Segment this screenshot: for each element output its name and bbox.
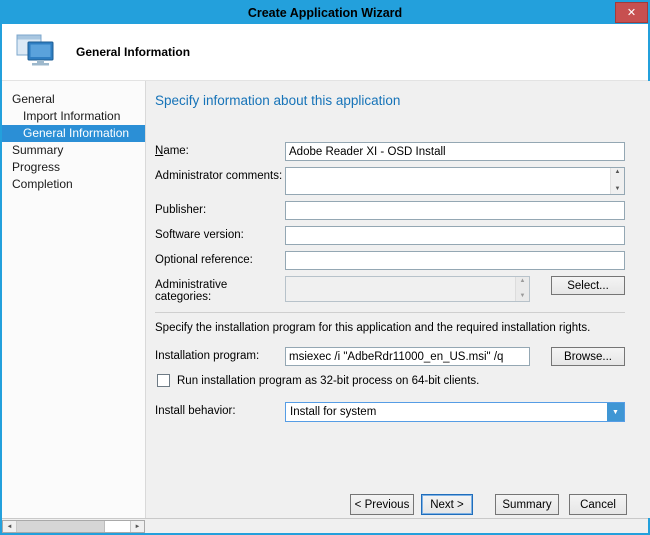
name-row: Name:: [155, 142, 625, 161]
administrator-comments-input[interactable]: ▲ ▼: [285, 167, 625, 195]
admin-comments-label: Administrator comments:: [155, 167, 285, 182]
summary-button[interactable]: Summary: [495, 494, 559, 515]
sidebar-item-completion[interactable]: Completion: [2, 176, 145, 193]
install-behavior-label: Install behavior:: [155, 402, 285, 417]
install-section-description: Specify the installation program for thi…: [155, 322, 625, 334]
wizard-header: General Information: [2, 24, 648, 81]
run-32bit-checkbox[interactable]: [157, 374, 170, 387]
close-button[interactable]: ✕: [615, 2, 648, 23]
software-version-label: Software version:: [155, 226, 285, 241]
next-button[interactable]: Next >: [421, 494, 473, 515]
select-categories-button[interactable]: Select...: [551, 276, 625, 295]
horizontal-scrollbar[interactable]: ◄ ►: [2, 520, 145, 533]
scroll-down-icon[interactable]: ▼: [615, 185, 621, 194]
status-bar: ◄ ►: [2, 518, 648, 533]
installation-program-row: Installation program: Browse...: [155, 347, 625, 366]
wizard-content: Specify information about this applicati…: [146, 81, 650, 518]
publisher-row: Publisher:: [155, 201, 625, 220]
chevron-down-icon: ▼: [607, 403, 624, 421]
administrative-categories-input: ▲ ▼: [285, 276, 530, 302]
sidebar-item-general[interactable]: General: [2, 91, 145, 108]
name-label: Name:: [155, 142, 285, 157]
sidebar-item-general-information[interactable]: General Information: [2, 125, 145, 142]
wizard-body: General Import Information General Infor…: [2, 81, 648, 518]
install-behavior-select[interactable]: Install for system ▼: [285, 402, 625, 422]
vertical-scrollbar[interactable]: ▲ ▼: [610, 168, 624, 194]
install-behavior-row: Install behavior: Install for system ▼: [155, 402, 625, 422]
name-input[interactable]: [285, 142, 625, 161]
window-title: Create Application Wizard: [248, 6, 402, 20]
publisher-input[interactable]: [285, 201, 625, 220]
optional-reference-label: Optional reference:: [155, 251, 285, 266]
admin-categories-label: Administrative categories:: [155, 276, 285, 303]
admin-categories-row: Administrative categories: ▲ ▼ Select...: [155, 276, 625, 303]
installation-program-input[interactable]: [285, 347, 530, 366]
optional-reference-input[interactable]: [285, 251, 625, 270]
page-title: Specify information about this applicati…: [155, 93, 627, 108]
titlebar[interactable]: Create Application Wizard ✕: [2, 2, 648, 24]
wizard-buttons: < Previous Next > Summary Cancel: [350, 494, 627, 515]
sidebar-item-import-information[interactable]: Import Information: [2, 108, 145, 125]
software-version-input[interactable]: [285, 226, 625, 245]
previous-button[interactable]: < Previous: [350, 494, 414, 515]
vertical-scrollbar-disabled: ▲ ▼: [515, 277, 529, 301]
install-behavior-value: Install for system: [286, 406, 607, 418]
sidebar-item-summary[interactable]: Summary: [2, 142, 145, 159]
run-32bit-row: Run installation program as 32-bit proce…: [157, 374, 627, 387]
scrollbar-thumb[interactable]: [17, 521, 105, 532]
scroll-up-icon: ▲: [520, 277, 526, 286]
section-divider: [155, 312, 625, 313]
admin-comments-row: Administrator comments: ▲ ▼: [155, 167, 625, 195]
wizard-steps-sidebar: General Import Information General Infor…: [2, 81, 146, 518]
scroll-up-icon[interactable]: ▲: [615, 168, 621, 177]
close-icon: ✕: [627, 6, 636, 19]
scroll-right-icon[interactable]: ►: [130, 521, 144, 532]
publisher-label: Publisher:: [155, 201, 285, 216]
optional-reference-row: Optional reference:: [155, 251, 625, 270]
installation-program-label: Installation program:: [155, 347, 285, 362]
scroll-down-icon: ▼: [520, 292, 526, 301]
create-application-wizard-window: Create Application Wizard ✕ General Info…: [0, 0, 650, 535]
browse-button[interactable]: Browse...: [551, 347, 625, 366]
application-icon: [16, 34, 56, 71]
sidebar-item-progress[interactable]: Progress: [2, 159, 145, 176]
scroll-left-icon[interactable]: ◄: [3, 521, 17, 532]
header-title: General Information: [76, 45, 190, 59]
run-32bit-label: Run installation program as 32-bit proce…: [177, 375, 479, 387]
software-version-row: Software version:: [155, 226, 625, 245]
cancel-button[interactable]: Cancel: [569, 494, 627, 515]
